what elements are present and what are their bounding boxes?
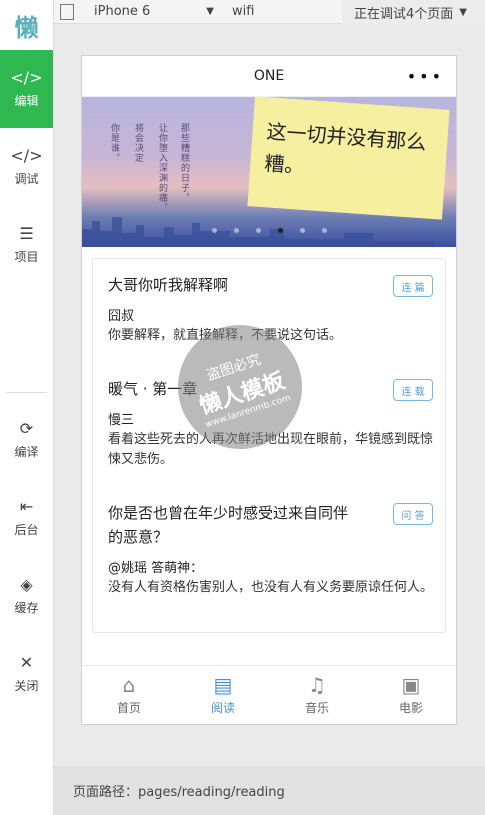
- sidebar-item-close[interactable]: ✕ 关闭: [0, 635, 53, 713]
- menu-icon: ☰: [19, 223, 34, 243]
- carousel-dot[interactable]: [233, 228, 239, 233]
- city-skyline-graphic: [82, 217, 434, 247]
- tab-label: 音乐: [304, 701, 329, 715]
- entry-author: @姚瑶 答萌神：: [108, 561, 204, 576]
- tab-label: 阅读: [210, 701, 235, 715]
- debug-status-text: 正在调试4个页面: [354, 6, 454, 22]
- entry-author: 囧叔: [108, 309, 135, 324]
- sticky-note: 这一切并没有那么糟。: [247, 97, 450, 220]
- sidebar-item-compile[interactable]: ⟳ 编译: [0, 401, 53, 479]
- list-item[interactable]: 你是否也曾在年少时感受过来自同伴的恶意？ 问 答 @姚瑶 答萌神： 没有人有资格…: [108, 501, 433, 598]
- sidebar-divider: [6, 392, 47, 393]
- tab-label: 首页: [116, 701, 141, 715]
- sidebar-item-edit[interactable]: </> 编辑: [0, 50, 53, 128]
- network-select[interactable]: wifi ▼: [214, 4, 354, 19]
- tab-home[interactable]: ⌂ 首页: [82, 666, 176, 724]
- reading-card: 大哥你听我解释啊 连 篇 囧叔 你要解释，就直接解释，不要说这句话。 暖气 · …: [92, 258, 446, 633]
- sidebar-item-label: 项目: [14, 249, 39, 264]
- debug-status-select[interactable]: 正在调试4个页面 ▼: [342, 0, 485, 24]
- sidebar-item-background[interactable]: ⇤ 后台: [0, 479, 53, 557]
- tab-bar: ⌂ 首页 ▤ 阅读 ♫ 音乐 ▣ 电影: [82, 665, 456, 724]
- code-icon: </>: [10, 145, 43, 165]
- sidebar-item-label: 编译: [14, 444, 39, 459]
- device-select-value: iPhone 6: [94, 4, 151, 19]
- sidebar-item-label: 调试: [14, 171, 39, 186]
- sidebar-item-cache[interactable]: ◈ 缓存: [0, 557, 53, 635]
- tab-music[interactable]: ♫ 音乐: [270, 666, 364, 724]
- page-title: ONE: [253, 68, 285, 84]
- carousel-indicator[interactable]: [82, 228, 456, 233]
- banner-poem-line: 让你堕入深渊的痛，: [157, 123, 167, 213]
- page-path-bar: 页面路径：pages/reading/reading: [54, 766, 485, 815]
- more-options-icon[interactable]: •••: [407, 67, 444, 86]
- sidebar-item-label: 后台: [14, 522, 39, 537]
- compile-icon: ⟳: [19, 418, 34, 438]
- category-tag[interactable]: 连 载: [393, 379, 433, 401]
- carousel-dot[interactable]: [255, 228, 261, 233]
- sidebar-item-label: 关闭: [14, 678, 39, 693]
- banner-poem-line: 那些糟糕的日子，: [179, 123, 189, 203]
- carousel-dot[interactable]: [211, 228, 217, 233]
- sidebar-item-project[interactable]: ☰ 项目: [0, 206, 53, 284]
- network-select-value: wifi: [232, 4, 255, 19]
- entry-summary: 没有人有资格伤害别人，也没有人有义务要原谅任何人。: [108, 580, 434, 595]
- page-path-text: 页面路径：pages/reading/reading: [73, 785, 285, 800]
- category-tag[interactable]: 连 篇: [393, 275, 433, 297]
- app-root: 懒 </> 编辑 </> 调试 ☰ 项目 ⟳ 编译 ⇤ 后台 ◈ 缓存 ✕ 关闭: [0, 0, 485, 815]
- tab-reading[interactable]: ▤ 阅读: [176, 666, 270, 724]
- sidebar: 懒 </> 编辑 </> 调试 ☰ 项目 ⟳ 编译 ⇤ 后台 ◈ 缓存 ✕ 关闭: [0, 0, 54, 815]
- layers-icon: ◈: [20, 574, 33, 594]
- tab-movie[interactable]: ▣ 电影: [364, 666, 456, 724]
- code-window-icon: </>: [10, 67, 43, 87]
- banner-poem-line: 将会决定: [133, 123, 143, 163]
- background-icon: ⇤: [19, 496, 34, 516]
- chevron-down-icon: ▼: [459, 6, 467, 18]
- sidebar-item-debug[interactable]: </> 调试: [0, 128, 53, 206]
- entry-title[interactable]: 大哥你听我解释啊: [108, 273, 358, 297]
- carousel-dot[interactable]: [299, 228, 305, 233]
- device-frame-icon[interactable]: [60, 3, 74, 20]
- simulator-toolbar: iPhone 6 ▼ wifi ▼ 正在调试4个页面 ▼: [54, 0, 485, 24]
- sidebar-item-label: 编辑: [14, 93, 39, 108]
- logo: 懒: [14, 13, 39, 42]
- movie-icon: ▣: [401, 673, 421, 697]
- home-icon: ⌂: [122, 673, 136, 697]
- chevron-down-icon: ▼: [206, 6, 214, 17]
- carousel-dot-active[interactable]: [277, 228, 283, 233]
- category-tag[interactable]: 问 答: [393, 503, 433, 525]
- navigation-bar: ONE •••: [82, 56, 456, 97]
- entry-title[interactable]: 你是否也曾在年少时感受过来自同伴的恶意？: [108, 501, 358, 549]
- carousel-dot[interactable]: [321, 228, 327, 233]
- banner-poem-line: 你是谁。: [109, 123, 119, 163]
- close-icon: ✕: [19, 652, 34, 672]
- reading-icon: ▤: [213, 673, 233, 697]
- sidebar-item-label: 缓存: [14, 600, 39, 615]
- tab-label: 电影: [398, 701, 423, 715]
- banner-image[interactable]: 你是谁。 将会决定 让你堕入深渊的痛， 那些糟糕的日子， 这一切并没有那么糟。: [82, 97, 456, 247]
- device-select[interactable]: iPhone 6 ▼: [84, 4, 214, 19]
- music-icon: ♫: [308, 673, 326, 697]
